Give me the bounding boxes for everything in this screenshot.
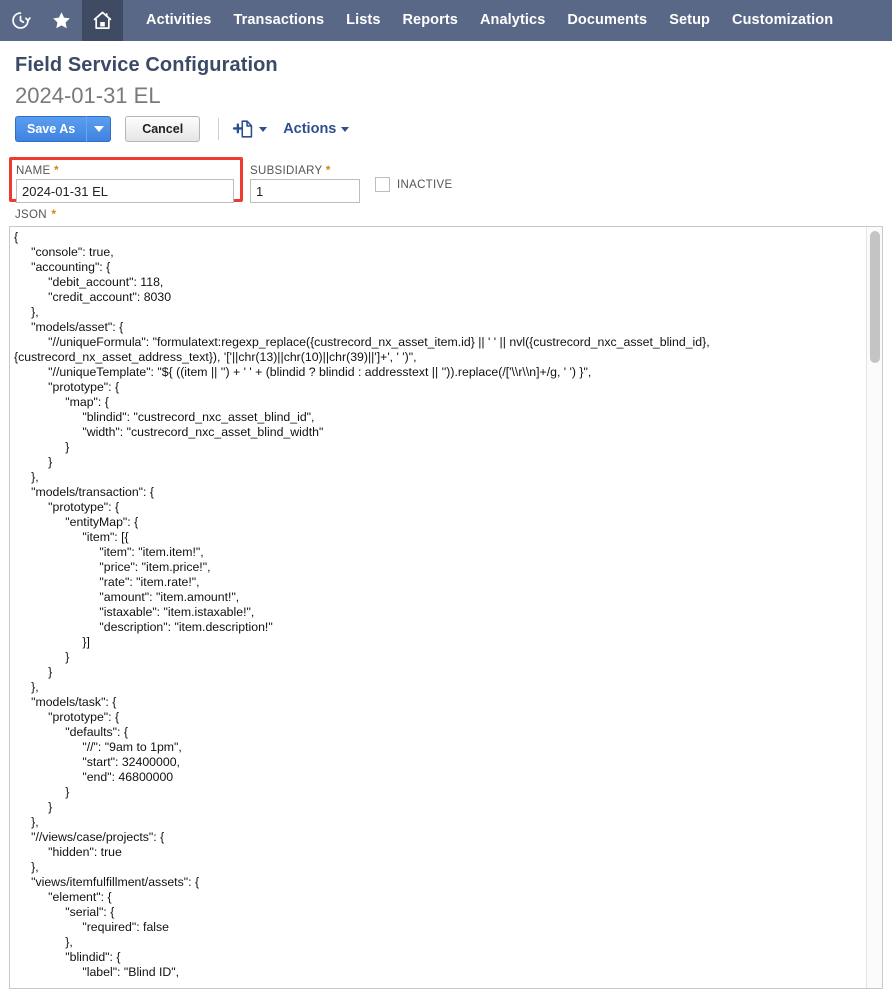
top-navigation-bar: Activities Transactions Lists Reports An… <box>0 0 892 41</box>
required-marker: * <box>325 163 331 177</box>
name-input[interactable] <box>16 179 234 203</box>
action-toolbar: Save As Cancel Actions <box>15 116 892 142</box>
required-marker: * <box>53 163 59 177</box>
actions-menu-button[interactable]: Actions <box>283 121 350 137</box>
nav-links: Activities Transactions Lists Reports An… <box>135 0 844 41</box>
nav-link-activities[interactable]: Activities <box>135 0 222 41</box>
required-marker: * <box>51 207 56 221</box>
toolbar-divider <box>218 118 220 140</box>
subsidiary-label-text: SUBSIDIARY <box>250 165 323 177</box>
json-field-label: JSON * <box>15 205 892 223</box>
favorites-star-icon[interactable] <box>41 0 82 41</box>
record-title: 2024-01-31 EL <box>15 83 161 108</box>
fields-row: NAME * SUBSIDIARY * INACTIVE <box>0 157 892 205</box>
chevron-down-icon <box>341 126 350 132</box>
cancel-button[interactable]: Cancel <box>125 116 201 142</box>
json-scrollbar-thumb[interactable] <box>870 231 880 363</box>
nav-link-analytics[interactable]: Analytics <box>469 0 556 41</box>
subsidiary-field-label: SUBSIDIARY * <box>250 163 360 177</box>
json-textarea-container: { "console": true, "accounting": { "debi… <box>9 226 883 989</box>
recent-records-icon[interactable] <box>0 0 41 41</box>
nav-link-lists[interactable]: Lists <box>335 0 391 41</box>
save-as-button-group: Save As <box>15 116 112 142</box>
json-textarea[interactable]: { "console": true, "accounting": { "debi… <box>10 230 864 980</box>
inactive-checkbox-block: INACTIVE <box>375 177 452 192</box>
nav-link-setup[interactable]: Setup <box>658 0 721 41</box>
nav-link-customization[interactable]: Customization <box>721 0 844 41</box>
new-document-icon[interactable] <box>232 118 268 140</box>
chevron-down-icon <box>93 126 104 132</box>
actions-menu-label: Actions <box>283 121 337 137</box>
nav-link-documents[interactable]: Documents <box>556 0 658 41</box>
nav-link-reports[interactable]: Reports <box>391 0 469 41</box>
save-as-dropdown-button[interactable] <box>86 116 112 142</box>
name-field-block: NAME * <box>16 163 234 203</box>
json-scrollbar[interactable] <box>866 227 882 988</box>
subsidiary-field-block: SUBSIDIARY * <box>250 163 360 203</box>
inactive-checkbox[interactable] <box>375 177 390 192</box>
nav-link-transactions[interactable]: Transactions <box>222 0 335 41</box>
page-title: Field Service Configuration <box>15 54 278 76</box>
chevron-down-icon <box>259 126 268 132</box>
inactive-label: INACTIVE <box>397 178 453 191</box>
home-icon[interactable] <box>82 0 123 41</box>
name-label-text: NAME <box>16 165 51 177</box>
save-as-button[interactable]: Save As <box>15 116 87 142</box>
subsidiary-input[interactable] <box>250 179 360 203</box>
json-label-text: JSON <box>15 209 47 221</box>
name-field-label: NAME * <box>16 163 234 177</box>
